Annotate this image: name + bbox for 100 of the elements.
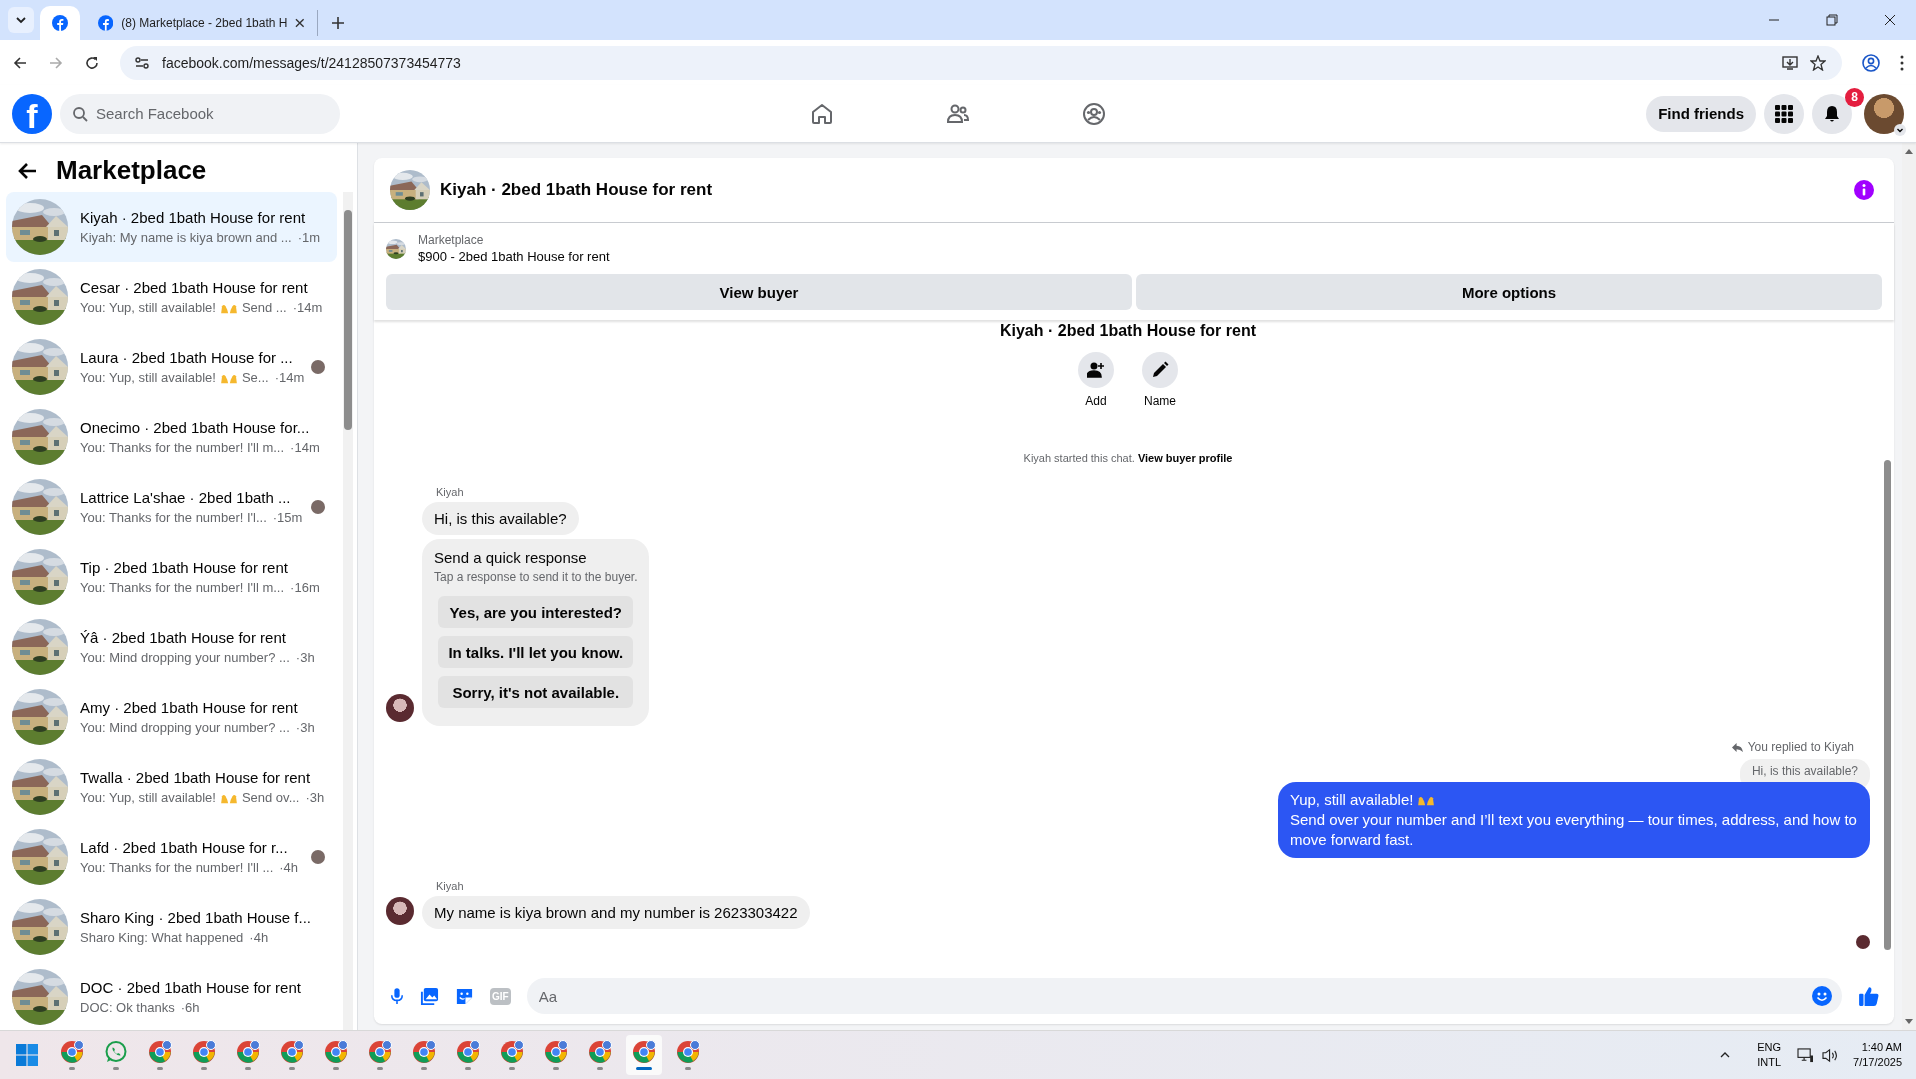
message-preview: Send ... xyxy=(241,300,287,315)
install-app-icon[interactable] xyxy=(1782,54,1798,71)
message-field[interactable]: Aa xyxy=(526,978,1842,1014)
message-time: ·1m xyxy=(297,230,321,245)
emoji-icon[interactable] xyxy=(1812,986,1832,1006)
listing-button[interactable]: More options xyxy=(1136,274,1882,310)
action-label: Name xyxy=(1144,394,1176,408)
sidebar-title: Marketplace xyxy=(56,155,207,186)
photo-icon[interactable] xyxy=(420,986,439,1006)
sender-name: Kiyah xyxy=(436,880,465,892)
chrome-icon xyxy=(192,1040,216,1064)
search-field[interactable]: Search Facebook xyxy=(60,93,340,134)
like-icon[interactable] xyxy=(1858,985,1880,1007)
conversation-title: Lafd · 2bed 1bath House for r... xyxy=(80,839,289,856)
profile-avatar[interactable] xyxy=(1864,93,1904,134)
conversation-title: Ýâ · 2bed 1bath House for rent xyxy=(80,629,287,646)
scroll-down-icon[interactable] xyxy=(1904,1018,1914,1026)
profile-icon[interactable] xyxy=(1862,53,1880,72)
conversation-item[interactable]: Sharo King · 2bed 1bath House f... Sharo King: What happened ·4h xyxy=(6,892,337,962)
message-preview: Kiyah: My name is kiya brown and ... xyxy=(80,230,292,245)
quick-response-hint: Tap a response to send it to the buyer. xyxy=(434,570,638,584)
volume-icon[interactable] xyxy=(1822,1047,1840,1063)
close-icon[interactable] xyxy=(1884,14,1896,26)
message-bubble: My name is kiya brown and my number is 2623303422 xyxy=(422,896,810,929)
chat-title: Kiyah · 2bed 1bath House for rent xyxy=(440,180,713,200)
taskbar-app-button[interactable] xyxy=(626,1035,662,1075)
browser-tab[interactable] xyxy=(40,6,80,40)
language-indicator[interactable]: ENG xyxy=(1757,1040,1782,1055)
home-icon[interactable] xyxy=(810,101,834,126)
message-time: ·14m xyxy=(290,440,320,455)
message-preview: You: Yup, still available! xyxy=(80,300,216,315)
find-friends-button[interactable]: Find friends xyxy=(1646,95,1756,132)
quick-response-button[interactable]: Yes, are you interested? xyxy=(438,596,634,628)
conversation-item[interactable]: Cesar · 2bed 1bath House for rent You: Yup, still available! Send ... ·14m xyxy=(6,262,337,332)
bookmark-star-icon[interactable] xyxy=(1810,54,1826,71)
network-icon[interactable] xyxy=(1797,1047,1815,1063)
info-icon[interactable] xyxy=(1854,180,1874,200)
conversation-title: Sharo King · 2bed 1bath House f... xyxy=(80,909,312,926)
scrollbar[interactable] xyxy=(1902,143,1916,1030)
quick-response-button[interactable]: Sorry, it's not available. xyxy=(438,676,634,708)
conversation-item[interactable]: DOC · 2bed 1bath House for rent DOC: Ok thanks ·6h xyxy=(6,962,337,1030)
message-time: ·3h xyxy=(295,720,315,735)
notifications-button[interactable] xyxy=(1812,93,1852,134)
back-arrow-icon[interactable] xyxy=(18,160,38,181)
back-icon[interactable] xyxy=(12,54,28,71)
chrome-icon xyxy=(236,1040,260,1064)
chrome-icon xyxy=(676,1040,700,1064)
conversation-item[interactable]: Onecimo · 2bed 1bath House for... You: Thanks for the number! I'll m... ·14m xyxy=(6,402,337,472)
conversation-item[interactable]: Twalla · 2bed 1bath House for rent You: Yup, still available! Send ov... ·3h xyxy=(6,752,337,822)
chrome-icon xyxy=(412,1040,436,1064)
conversation-item[interactable]: Lattrice La'shae · 2bed 1bath ... You: Thanks for the number! I'l... ·15m xyxy=(6,472,337,542)
menu-button[interactable] xyxy=(1764,93,1804,134)
address-field[interactable]: facebook.com/messages/t/24128507373454773 xyxy=(120,45,1842,80)
message-time: ·6h xyxy=(180,1000,200,1015)
message-preview: You: Yup, still available! xyxy=(80,790,216,805)
chrome-icon xyxy=(588,1040,612,1064)
tab-title: (8) Marketplace - 2bed 1bath H xyxy=(121,16,288,30)
conversation-item[interactable]: Ýâ · 2bed 1bath House for rent You: Mind dropping your number? ... ·3h xyxy=(6,612,337,682)
facebook-logo[interactable]: f xyxy=(12,93,52,134)
conversation-item[interactable]: Kiyah · 2bed 1bath House for rent Kiyah: My name is kiya brown and ... ·1m xyxy=(6,192,337,262)
restore-icon[interactable] xyxy=(1826,14,1838,26)
groups-icon[interactable] xyxy=(1082,101,1106,126)
clock-time[interactable]: 1:40 AM xyxy=(1861,1040,1902,1055)
bell-icon xyxy=(1823,104,1841,123)
chrome-icon xyxy=(632,1040,656,1064)
conversation-item[interactable]: Lafd · 2bed 1bath House for r... You: Thanks for the number! I'll ... ·4h xyxy=(6,822,337,892)
conversation-title: Amy · 2bed 1bath House for rent xyxy=(80,699,299,716)
message-time: ·4h xyxy=(249,930,269,945)
search-icon xyxy=(72,105,88,122)
scroll-up-icon[interactable] xyxy=(1904,147,1914,155)
user-avatar xyxy=(386,897,414,925)
view-buyer-profile-link[interactable]: View buyer profile xyxy=(1137,452,1233,464)
conversation-heading: Kiyah · 2bed 1bath House for rent xyxy=(999,322,1256,340)
conversation-item[interactable]: Laura · 2bed 1bath House for ... You: Yup, still available! Se... ·14m xyxy=(6,332,337,402)
add-person-button[interactable] xyxy=(1078,352,1114,388)
reload-icon[interactable] xyxy=(84,54,100,71)
windows-start-icon[interactable] xyxy=(16,1044,38,1066)
conversation-item[interactable]: Tip · 2bed 1bath House for rent You: Thanks for the number! I'll m... ·16m xyxy=(6,542,337,612)
menu-icon[interactable] xyxy=(1900,54,1904,71)
conversation-item[interactable]: Amy · 2bed 1bath House for rent You: Mind dropping your number? ... ·3h xyxy=(6,682,337,752)
new-tab-icon[interactable] xyxy=(332,17,344,29)
microphone-icon[interactable] xyxy=(390,987,404,1005)
grid-icon xyxy=(1775,104,1793,123)
scrollbar[interactable] xyxy=(343,192,353,1030)
listing-button[interactable]: View buyer xyxy=(386,274,1132,310)
keyboard-layout[interactable]: INTL xyxy=(1757,1055,1782,1070)
chevron-down-icon[interactable] xyxy=(1894,123,1906,136)
message-time: ·3h xyxy=(305,790,325,805)
quick-response-button[interactable]: In talks. I'll let you know. xyxy=(438,636,634,668)
sticker-icon[interactable] xyxy=(455,986,474,1006)
site-settings-icon[interactable] xyxy=(134,54,150,71)
facebook-favicon-icon xyxy=(52,15,68,31)
clock-date[interactable]: 7/17/2025 xyxy=(1853,1055,1902,1070)
close-tab-icon[interactable] xyxy=(295,18,305,28)
tab-list-button[interactable] xyxy=(8,7,34,33)
chrome-icon xyxy=(544,1040,568,1064)
message-time: ·4h xyxy=(279,860,299,875)
message-preview: DOC: Ok thanks xyxy=(80,1000,175,1015)
rename-button[interactable] xyxy=(1142,352,1178,388)
browser-tab[interactable]: (8) Marketplace - 2bed 1bath H xyxy=(86,10,318,36)
